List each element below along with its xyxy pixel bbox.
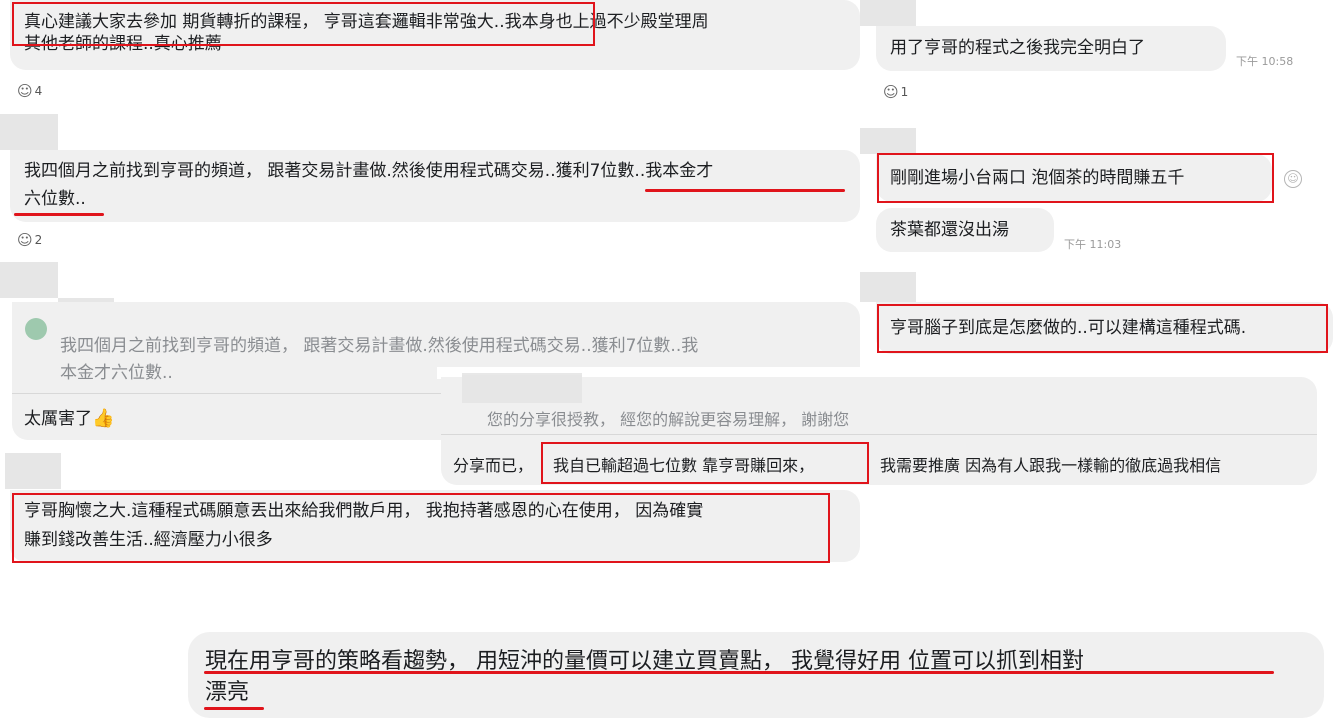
avatar [462, 375, 582, 403]
timestamp: 下午 11:03 [1064, 238, 1122, 251]
message-text-r1: 用了亨哥的程式之後我完全明白了 [890, 38, 1145, 58]
message-text-4: 亨哥胸懷之大.這種程式碼願意丟出來給我們散戶用， 我抱持著感恩的心在使用， 因為… [24, 501, 704, 550]
message-text-r2: 剛剛進場小台兩口 泡個茶的時間賺五千 [890, 168, 1185, 188]
avatar [0, 262, 58, 298]
message-text-2: 我四個月之前找到亨哥的頻道， 跟著交易計畫做.然後使用程式碼交易..獲利7位數.… [24, 161, 714, 209]
highlight-underline [645, 189, 845, 192]
quote-avatar-icon [25, 318, 47, 340]
avatar [0, 114, 58, 150]
avatar [860, 128, 916, 154]
emoji-reaction-icon: ☺ [17, 82, 33, 100]
reaction-badge[interactable]: ☺ 1 [883, 83, 908, 101]
reaction-badge[interactable]: ☺ 2 [17, 231, 42, 249]
reply-text: 太厲害了👍 [24, 408, 115, 429]
reply-text-part2: 我自已輸超過七位數 靠亨哥賺回來， [553, 456, 815, 475]
message-text-r3: 茶葉都還沒出湯 [890, 220, 1009, 240]
timestamp: 下午 10:58 [1236, 55, 1294, 68]
emoji-reaction-icon: ☺ [17, 231, 33, 249]
divider [441, 434, 1317, 435]
highlight-underline [204, 671, 1274, 674]
message-text-r4: 亨哥腦子到底是怎麼做的..可以建構這種程式碼. [890, 318, 1247, 338]
message-text-1: 真心建議大家去參加 期貨轉折的課程， 亨哥這套邏輯非常強大..我本身也上過不少殿… [24, 12, 709, 54]
reaction-badge[interactable]: ☺ 4 [17, 82, 42, 100]
reply-text-part3: 我需要推廣 因為有人跟我一樣輸的徹底過我相信 [880, 456, 1222, 475]
quoted-message[interactable]: 您的分享很授教， 經您的解說更容易理解， 謝謝您 [487, 406, 849, 433]
avatar [860, 272, 916, 302]
smiley-icon[interactable]: ☺ [1284, 170, 1302, 188]
reply-text-part1: 分享而已， [453, 456, 534, 475]
emoji-reaction-icon: ☺ [883, 83, 899, 101]
highlight-underline [204, 707, 264, 710]
avatar [5, 453, 61, 489]
thumbs-up-emoji: 👍 [92, 408, 115, 429]
message-text-bottom: 現在用亨哥的策略看趨勢， 用短沖的量價可以建立買賣點， 我覺得好用 位置可以抓到… [205, 649, 1084, 705]
avatar [860, 0, 916, 26]
highlight-underline [14, 213, 104, 216]
